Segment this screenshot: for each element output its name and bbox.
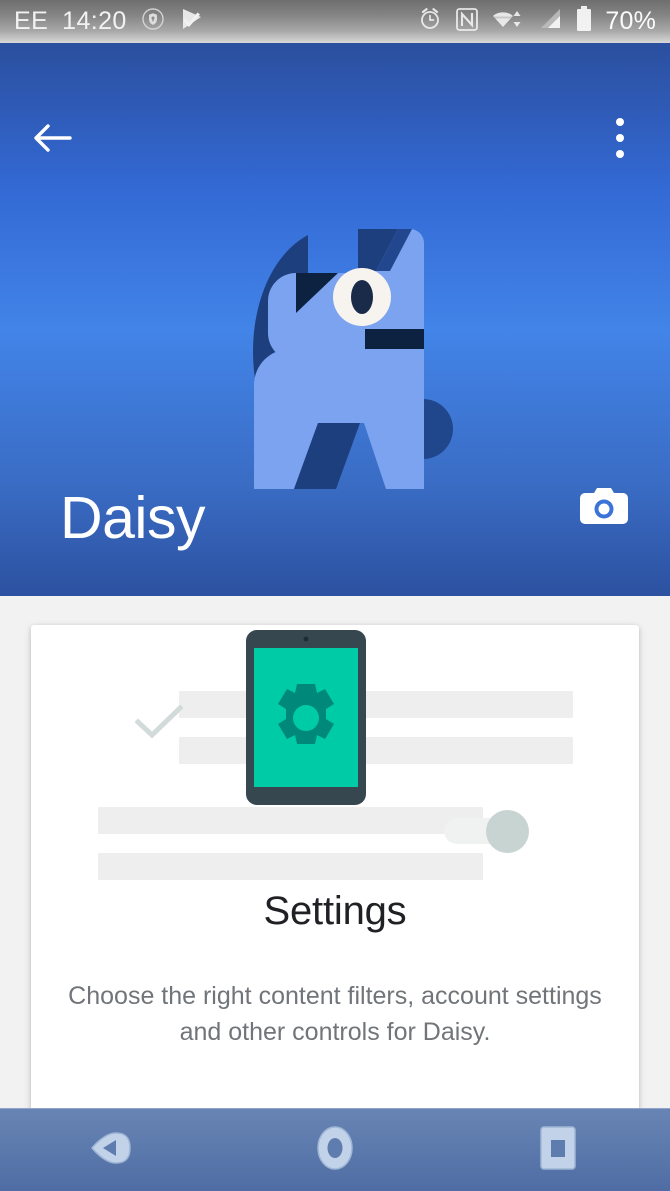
carrier-label: EE <box>14 7 49 35</box>
placeholder-bar <box>179 691 573 718</box>
page-title: Daisy <box>60 485 206 551</box>
card-title: Settings <box>263 889 407 933</box>
placeholder-bar <box>98 807 483 834</box>
profile-hero-header: Daisy <box>0 43 670 596</box>
android-navigation-bar <box>0 1108 670 1191</box>
overflow-dot <box>616 118 624 126</box>
card-description: Choose the right content filters, accoun… <box>68 982 602 1047</box>
status-bar-left: EE 14:20 <box>14 6 205 37</box>
battery-icon <box>575 5 593 38</box>
status-bar-right: 70% <box>417 5 656 38</box>
placeholder-bar <box>179 737 573 764</box>
nav-recents-button[interactable] <box>498 1109 618 1191</box>
nfc-icon <box>455 6 479 37</box>
clock-label: 14:20 <box>62 7 127 35</box>
nav-home-button[interactable] <box>275 1109 395 1191</box>
placeholder-bar <box>98 853 483 880</box>
overflow-menu-icon[interactable] <box>598 115 642 161</box>
camera-icon[interactable] <box>580 486 628 526</box>
status-bar: EE 14:20 70% <box>0 0 670 43</box>
overflow-dot <box>616 134 624 142</box>
toggle-switch-icon <box>444 810 529 853</box>
circle-home-icon <box>312 1123 358 1178</box>
wifi-icon <box>491 6 525 37</box>
checkmark-icon <box>134 704 184 739</box>
tablet-device-icon <box>246 630 366 805</box>
play-store-check-icon <box>179 6 205 37</box>
toggle-thumb <box>486 810 529 853</box>
cellular-signal-icon <box>537 6 563 37</box>
app-toolbar <box>0 43 670 158</box>
settings-tablet-illustration <box>31 625 639 880</box>
dog-avatar-illustration <box>210 221 460 499</box>
battery-percent-label: 70% <box>605 7 656 35</box>
settings-card[interactable]: Settings Choose the right content filter… <box>31 625 639 1165</box>
square-recents-icon <box>537 1124 579 1177</box>
overflow-dot <box>616 150 624 158</box>
back-arrow-icon[interactable] <box>30 115 76 161</box>
vpn-shield-icon <box>141 7 165 36</box>
triangle-back-icon <box>86 1125 138 1176</box>
phone-screen: EE 14:20 70% Daisy Settings Choose the r… <box>0 0 670 1191</box>
nav-back-button[interactable] <box>52 1109 172 1191</box>
alarm-clock-icon <box>417 6 443 37</box>
